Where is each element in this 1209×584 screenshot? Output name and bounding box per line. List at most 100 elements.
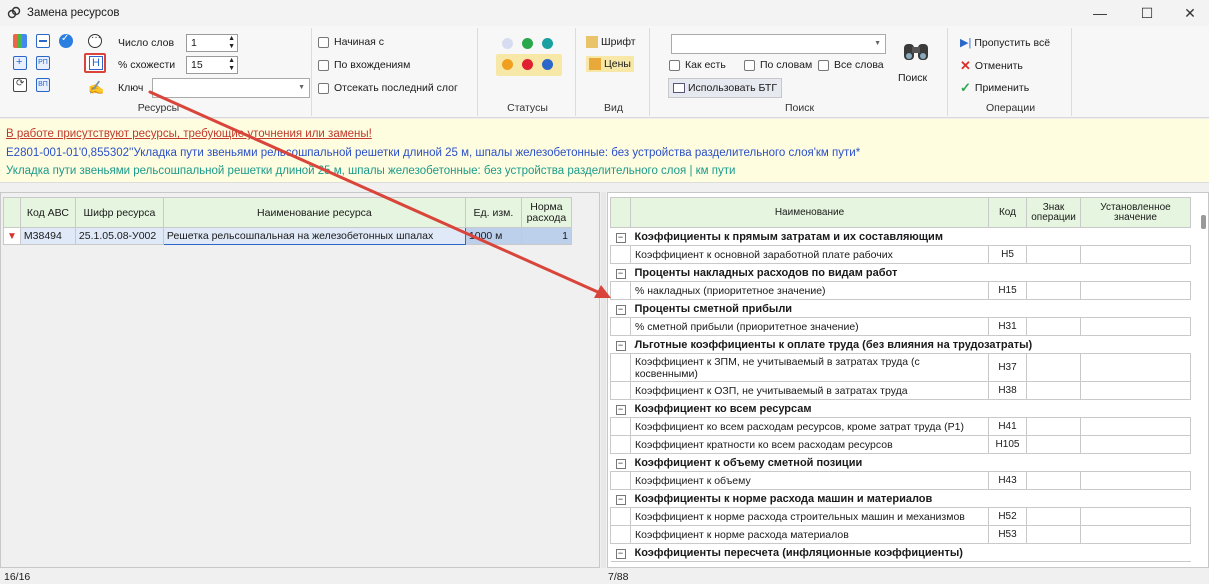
cell-code[interactable]: 25.1.05.08-У002 (74, 227, 164, 245)
hand-icon[interactable]: ✍ (88, 80, 104, 95)
by-words-checkbox[interactable]: По словам (744, 59, 812, 71)
cancel-button[interactable]: ✕ Отменить (960, 58, 1023, 74)
coef-code: Н5 (988, 245, 1027, 264)
font-button[interactable]: Шрифт (586, 36, 636, 48)
collapse-toggle-icon[interactable]: − (615, 304, 626, 315)
ellipsis-icon[interactable]: ··· (88, 32, 102, 48)
maximize-button[interactable]: ☐ (1127, 0, 1167, 26)
group-row[interactable]: − Коэффициенты пересчета (инфляционные ко… (610, 543, 1191, 562)
collapse-toggle-icon[interactable]: − (615, 232, 626, 243)
check-icon[interactable]: ✓ (59, 33, 73, 48)
group-label-resources: Ресурсы (137, 102, 180, 114)
table-row[interactable]: Коэффициент к норме расхода материалов Н5… (610, 525, 1191, 544)
by-occurrences-checkbox[interactable]: По вхождениям (318, 59, 410, 71)
refresh-icon[interactable]: ⟳ (13, 78, 27, 92)
table-row[interactable]: Коэффициент к ЗПМ, не учитываемый в затр… (610, 353, 1191, 382)
coef-header-sign[interactable]: Знак операции (1026, 197, 1081, 228)
group-title: Коэффициенты к норме расхода машин и мат… (630, 489, 1191, 508)
starts-with-checkbox[interactable]: Начиная с (318, 36, 384, 48)
table-row[interactable]: Коэффициент к норме расхода строительных… (610, 507, 1191, 526)
skip-all-label: Пропустить всё (974, 36, 1051, 49)
n-icon-button[interactable]: Н (84, 53, 106, 73)
group-row[interactable]: − Коэффициент к объему сметной позиции (610, 453, 1191, 472)
group-view: Шрифт Цены Вид (578, 28, 650, 116)
table-row[interactable]: % сметной прибыли (приоритетное значение… (610, 317, 1191, 336)
coef-header-row: Наименование Код Знак операции Установле… (610, 197, 1191, 228)
status-grey-icon[interactable] (502, 38, 513, 49)
group-row[interactable]: − Льготные коэффициенты к оплате труда (б… (610, 335, 1191, 354)
resources-color-icon[interactable] (13, 34, 27, 48)
collapse-icon[interactable] (36, 34, 50, 48)
table-row[interactable]: Коэффициент к ОЗП, не учитываемый в затр… (610, 381, 1191, 400)
coef-code: Н38 (988, 381, 1027, 400)
coef-header-code[interactable]: Код (988, 197, 1027, 228)
row-marker: ▼ (3, 227, 21, 245)
all-words-checkbox[interactable]: Все слова (818, 59, 884, 71)
col-header-abc[interactable]: Код АВС (19, 197, 76, 228)
scrollbar-thumb[interactable] (1201, 215, 1206, 229)
group-row[interactable]: − Коэффициент ко всем ресурсам (610, 399, 1191, 418)
status-bar: 16/16 7/88 (0, 569, 1209, 584)
status-teal-icon[interactable] (542, 38, 553, 49)
vp-icon[interactable]: ВП (36, 78, 50, 92)
skip-all-button[interactable]: ▶| Пропустить всё (960, 36, 1051, 50)
cut-last-syllable-checkbox[interactable]: Отсекать последний слог (318, 82, 458, 94)
group-row[interactable]: − Проценты сметной прибыли (610, 299, 1191, 318)
group-row[interactable]: − Коэффициенты к прямым затратам и их сос… (610, 227, 1191, 246)
coef-header-name[interactable]: Наименование (630, 197, 989, 228)
collapse-toggle-icon[interactable]: − (615, 458, 626, 469)
search-button[interactable]: Поиск (896, 36, 936, 96)
collapse-toggle-icon[interactable]: − (615, 548, 626, 559)
as-is-checkbox[interactable]: Как есть (669, 59, 726, 71)
table-row[interactable]: Коэффициент к объему Н43 (610, 471, 1191, 490)
key-combo[interactable]: ▼ (152, 78, 310, 98)
cell-name[interactable]: Решетка рельсошпальная на железобетонных… (162, 227, 466, 245)
status-right: 7/88 (608, 571, 629, 583)
prices-button[interactable]: Цены (586, 56, 634, 72)
word-count-stepper[interactable]: 1 ▲ ▼ (186, 34, 238, 52)
code-line: Е2801-001-01'0,855302''Укладка пути звен… (6, 147, 861, 159)
group-row[interactable]: − Проценты накладных расходов по видам ра… (610, 263, 1191, 282)
warning-link[interactable]: В работе присутствуют ресурсы, требующие… (6, 128, 372, 140)
search-button-label: Поиск (898, 72, 928, 84)
starts-with-label: Начиная с (334, 36, 385, 48)
col-header-code[interactable]: Шифр ресурса (74, 197, 164, 228)
group-row[interactable]: − Коэффициенты к норме расхода машин и ма… (610, 489, 1191, 508)
similarity-stepper[interactable]: 15 ▲ ▼ (186, 56, 238, 74)
splitter[interactable] (601, 192, 606, 568)
cell-abc[interactable]: М38494 (19, 227, 76, 245)
status-red-icon[interactable] (522, 59, 533, 70)
add-icon[interactable]: + (13, 56, 27, 70)
col-header-unit[interactable]: Ед. изм. (464, 197, 522, 228)
status-green-icon[interactable] (522, 38, 533, 49)
status-orange-icon[interactable] (502, 59, 513, 70)
col-header-norm[interactable]: Норма расхода (520, 197, 572, 228)
coef-name: % накладных (приоритетное значение) (630, 281, 989, 300)
collapse-toggle-icon[interactable]: − (615, 340, 626, 351)
table-row[interactable]: % накладных (приоритетное значение) Н15 (610, 281, 1191, 300)
collapse-toggle-icon[interactable]: − (615, 268, 626, 279)
close-button[interactable]: ✕ (1170, 0, 1209, 26)
table-row[interactable]: Коэффициент кратности ко всем расходам р… (610, 435, 1191, 454)
status-info-icon[interactable] (542, 59, 553, 70)
collapse-toggle-icon[interactable]: − (615, 494, 626, 505)
coef-code: Н52 (988, 507, 1027, 526)
cell-unit[interactable]: 1000 м (464, 227, 522, 245)
col-header-name[interactable]: Наименование ресурса (162, 197, 466, 228)
group-title: Проценты сметной прибыли (630, 299, 1191, 318)
use-btg-button[interactable]: Использовать БТГ (668, 78, 783, 98)
table-row[interactable]: ▼ М38494 25.1.05.08-У002 Решетка рельсош… (3, 227, 572, 245)
cut-last-syllable-label: Отсекать последний слог (334, 82, 458, 94)
collapse-toggle-icon[interactable]: − (615, 404, 626, 415)
cell-norm[interactable]: 1 (520, 227, 572, 245)
rp-icon[interactable]: РП (36, 56, 50, 70)
btg-icon (673, 83, 685, 93)
table-row[interactable]: Коэффициент ко всем расходам ресурсов, к… (610, 417, 1191, 436)
search-combo[interactable]: ▼ (671, 34, 886, 54)
minimize-button[interactable]: — (1080, 0, 1120, 26)
coef-header-value[interactable]: Установленное значение (1080, 197, 1191, 228)
apply-button[interactable]: ✓ Применить (960, 80, 1029, 96)
table-row[interactable]: Коэффициент к основной заработной плате … (610, 245, 1191, 264)
n-icon: Н (89, 56, 103, 70)
coefficients-table: Наименование Код Знак операции Установле… (610, 197, 1191, 562)
